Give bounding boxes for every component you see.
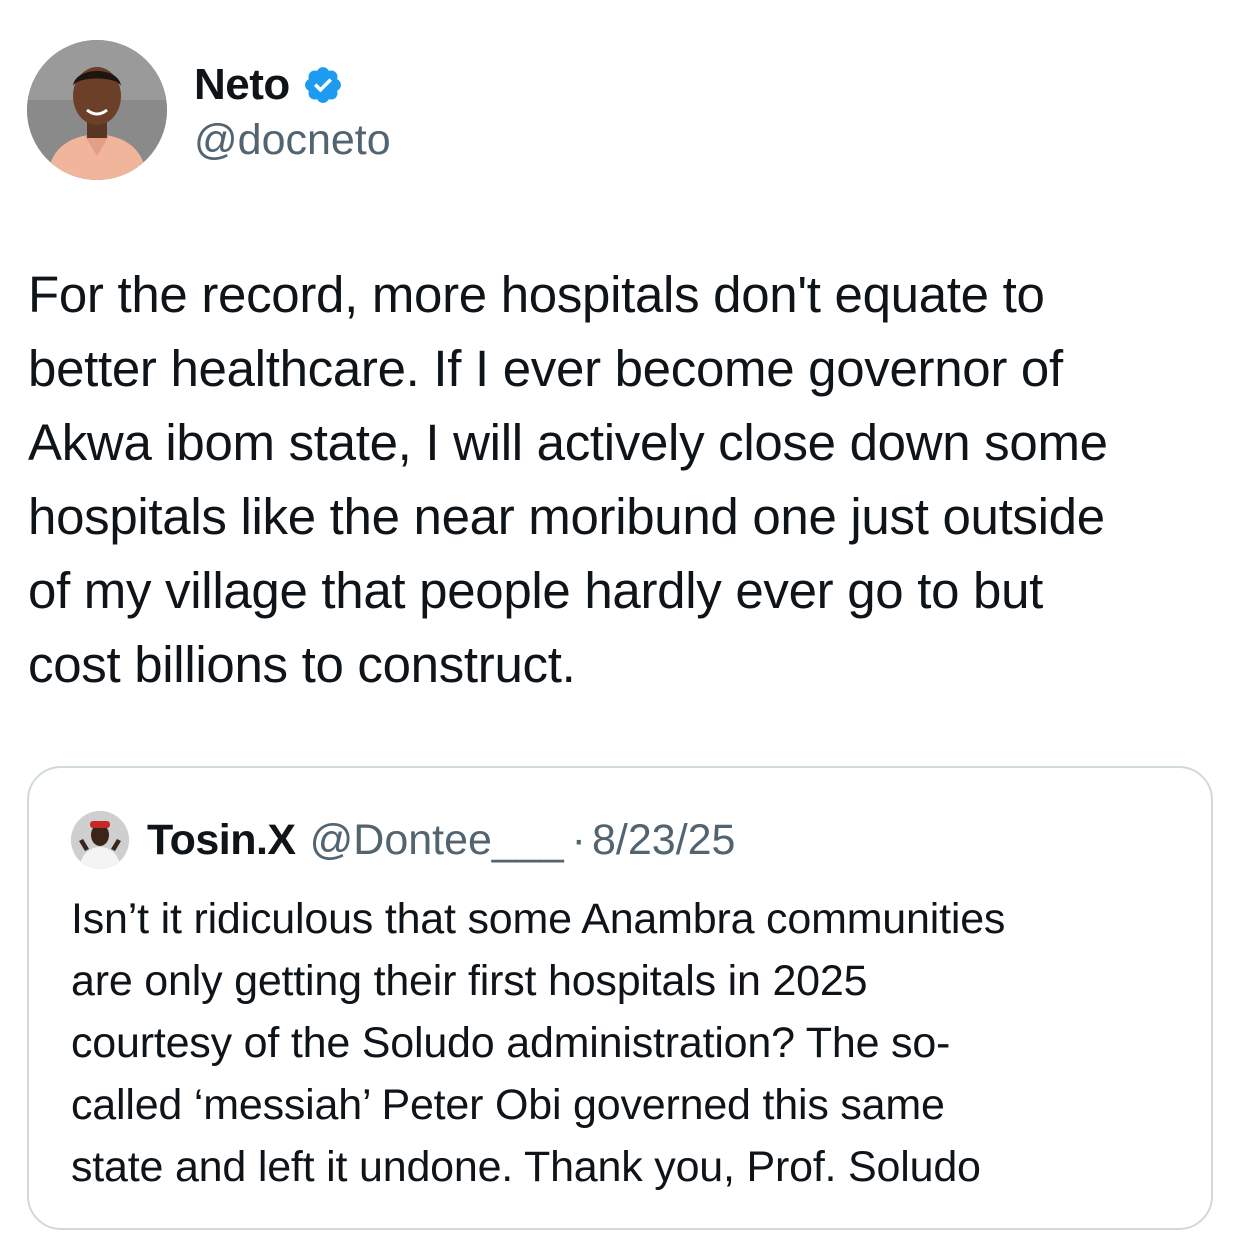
verified-badge-icon[interactable] xyxy=(302,64,344,106)
author-display-name[interactable]: Neto xyxy=(194,60,290,110)
author-row: Neto @docneto xyxy=(27,40,391,180)
author-avatar[interactable] xyxy=(27,40,167,180)
quoted-tweet-body-text: Isn’t it ridiculous that some Anambra co… xyxy=(71,895,1006,1191)
name-line: Neto xyxy=(194,56,391,114)
quoted-avatar-photo-icon xyxy=(71,811,129,869)
quoted-author-display-name[interactable]: Tosin.X xyxy=(147,816,296,865)
tweet-card: Neto @docneto For the record, more hospi… xyxy=(0,0,1242,1239)
quoted-tweet-card[interactable]: Tosin.X @Dontee___ · 8/23/25 Isn’t it ri… xyxy=(27,766,1213,1230)
quoted-author-avatar[interactable] xyxy=(71,811,129,869)
quoted-author-handle[interactable]: @Dontee___ xyxy=(310,816,564,865)
quoted-header-separator: · xyxy=(571,815,586,864)
author-meta: Neto @docneto xyxy=(194,56,391,165)
tweet-body-text: For the record, more hospitals don't equ… xyxy=(28,266,1108,693)
quoted-tweet-date[interactable]: 8/23/25 xyxy=(592,816,735,865)
quoted-tweet-header: Tosin.X @Dontee___ · 8/23/25 xyxy=(71,810,735,870)
author-handle[interactable]: @docneto xyxy=(194,116,391,165)
author-avatar-photo-icon xyxy=(27,40,167,180)
